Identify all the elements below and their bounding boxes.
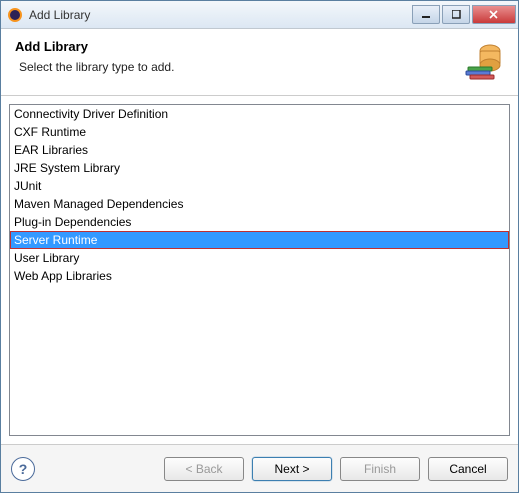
library-icon [462, 39, 504, 81]
window-title: Add Library [29, 8, 410, 22]
button-bar: ? < Back Next > Finish Cancel [1, 444, 518, 492]
page-description: Select the library type to add. [19, 60, 462, 74]
close-button[interactable] [472, 5, 516, 24]
list-item[interactable]: Plug-in Dependencies [10, 213, 509, 231]
back-button[interactable]: < Back [164, 457, 244, 481]
next-button[interactable]: Next > [252, 457, 332, 481]
eclipse-icon [7, 7, 23, 23]
list-item[interactable]: JUnit [10, 177, 509, 195]
list-item[interactable]: Maven Managed Dependencies [10, 195, 509, 213]
finish-button[interactable]: Finish [340, 457, 420, 481]
content-area: Connectivity Driver DefinitionCXF Runtim… [1, 96, 518, 444]
list-item[interactable]: CXF Runtime [10, 123, 509, 141]
cancel-button[interactable]: Cancel [428, 457, 508, 481]
list-item[interactable]: EAR Libraries [10, 141, 509, 159]
list-item[interactable]: Connectivity Driver Definition [10, 105, 509, 123]
dialog-window: Add Library Add Library Select the libra… [0, 0, 519, 493]
minimize-button[interactable] [412, 5, 440, 24]
help-button[interactable]: ? [11, 457, 35, 481]
library-type-list[interactable]: Connectivity Driver DefinitionCXF Runtim… [9, 104, 510, 436]
list-item[interactable]: JRE System Library [10, 159, 509, 177]
window-controls [410, 5, 516, 24]
list-item[interactable]: User Library [10, 249, 509, 267]
maximize-button[interactable] [442, 5, 470, 24]
list-item[interactable]: Server Runtime [10, 231, 509, 249]
list-item[interactable]: Web App Libraries [10, 267, 509, 285]
titlebar[interactable]: Add Library [1, 1, 518, 29]
page-title: Add Library [15, 39, 462, 54]
wizard-header: Add Library Select the library type to a… [1, 29, 518, 96]
